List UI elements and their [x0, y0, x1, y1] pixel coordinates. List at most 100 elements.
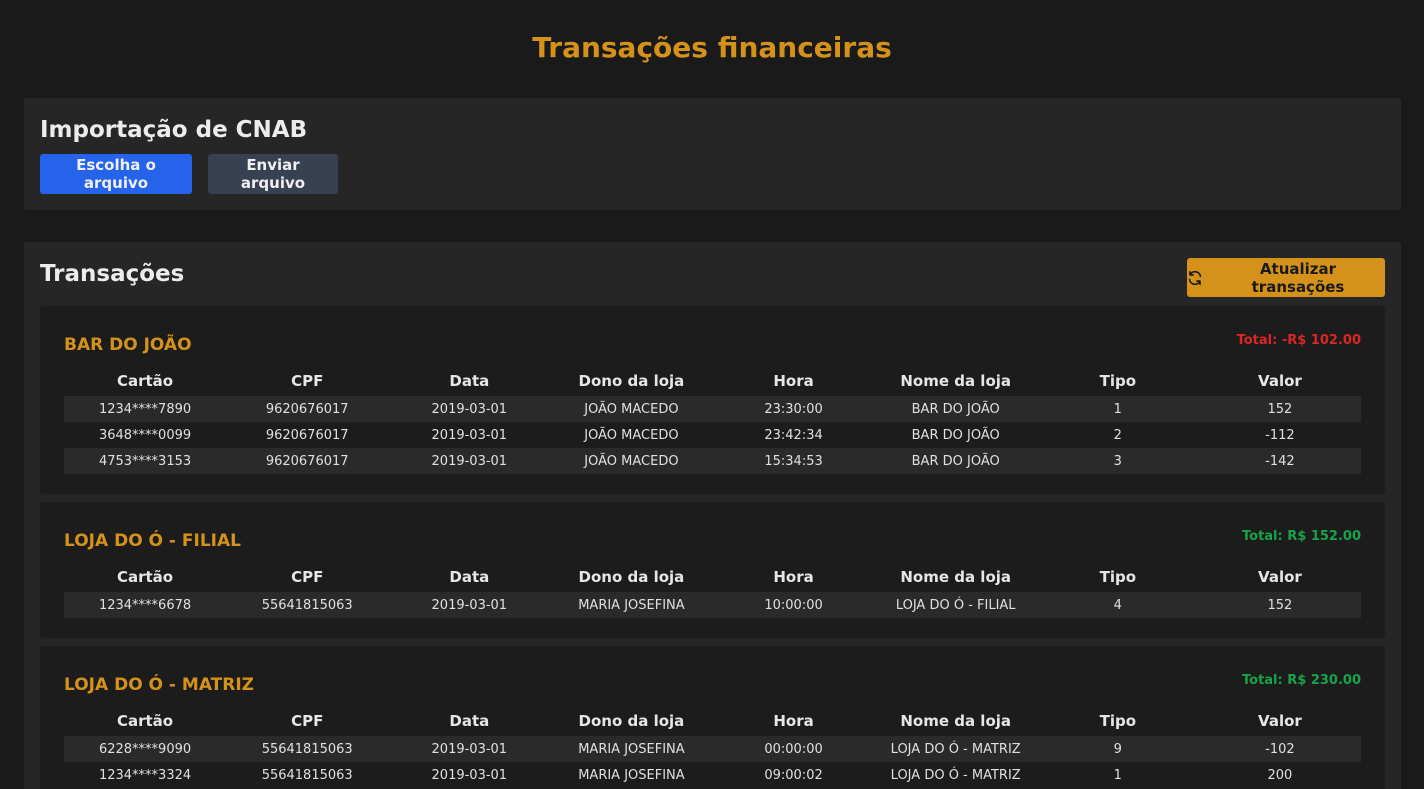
store-card: BAR DO JOÃO Total: -R$ 102.00 Cartão CPF…	[40, 306, 1385, 494]
refresh-transactions-button[interactable]: Atualizar transações	[1187, 258, 1385, 297]
cell-cpf: 9620676017	[226, 448, 389, 474]
column-header-type: Tipo	[1099, 372, 1137, 390]
cell-type: 9	[1036, 736, 1199, 762]
column-header-cpf: CPF	[291, 568, 324, 586]
cell-value: 152	[1198, 396, 1361, 422]
cell-owner: JOÃO MACEDO	[550, 396, 713, 422]
cell-owner: MARIA JOSEFINA	[550, 762, 713, 788]
column-header-owner: Dono da loja	[578, 568, 685, 586]
cell-time: 09:00:02	[712, 762, 875, 788]
cell-date: 2019-03-01	[388, 592, 551, 618]
table-header-row: Cartão CPF Data Dono da loja Hora Nome d…	[64, 706, 1361, 736]
column-header-type: Tipo	[1099, 712, 1137, 730]
cell-cpf: 9620676017	[226, 396, 389, 422]
cell-cpf: 55641815063	[226, 592, 389, 618]
column-header-store-name: Nome da loja	[900, 568, 1012, 586]
cell-date: 2019-03-01	[388, 422, 551, 448]
cell-store-name: LOJA DO Ó - FILIAL	[874, 592, 1037, 618]
cell-cpf: 55641815063	[226, 762, 389, 788]
store-total: Total: -R$ 102.00	[1236, 333, 1361, 348]
cell-type: 4	[1036, 592, 1199, 618]
cell-value: 152	[1198, 592, 1361, 618]
refresh-button-label: Atualizar transações	[1251, 259, 1345, 296]
transactions-table: Cartão CPF Data Dono da loja Hora Nome d…	[64, 366, 1361, 474]
cell-card: 4753****3153	[64, 448, 227, 474]
table-row: 1234****3324 55641815063 2019-03-01 MARI…	[64, 762, 1361, 788]
cell-time: 00:00:00	[712, 736, 875, 762]
table-row: 1234****7890 9620676017 2019-03-01 JOÃO …	[64, 396, 1361, 422]
table-row: 1234****6678 55641815063 2019-03-01 MARI…	[64, 592, 1361, 618]
column-header-cpf: CPF	[291, 372, 324, 390]
page-title: Transações financeiras	[532, 31, 892, 64]
store-card: LOJA DO Ó - MATRIZ Total: R$ 230.00 Cart…	[40, 646, 1385, 789]
column-header-card: Cartão	[116, 712, 174, 730]
column-header-cpf: CPF	[291, 712, 324, 730]
store-total: Total: R$ 152.00	[1242, 529, 1361, 544]
cell-value: 200	[1198, 762, 1361, 788]
transactions-title: Transações	[40, 261, 185, 287]
cell-owner: JOÃO MACEDO	[550, 422, 713, 448]
cell-date: 2019-03-01	[388, 448, 551, 474]
column-header-owner: Dono da loja	[578, 372, 685, 390]
refresh-icon	[1187, 270, 1203, 286]
column-header-store-name: Nome da loja	[900, 712, 1012, 730]
column-header-value: Valor	[1258, 568, 1302, 586]
column-header-date: Data	[449, 712, 490, 730]
store-name: BAR DO JOÃO	[64, 335, 192, 355]
cell-time: 23:42:34	[712, 422, 875, 448]
cell-cpf: 9620676017	[226, 422, 389, 448]
transactions-table: Cartão CPF Data Dono da loja Hora Nome d…	[64, 706, 1361, 788]
column-header-date: Data	[449, 568, 490, 586]
table-row: 6228****9090 55641815063 2019-03-01 MARI…	[64, 736, 1361, 762]
column-header-time: Hora	[773, 568, 814, 586]
import-panel-title: Importação de CNAB	[40, 117, 308, 143]
page: Transações financeiras Importação de CNA…	[0, 0, 1424, 789]
cell-date: 2019-03-01	[388, 736, 551, 762]
cell-cpf: 55641815063	[226, 736, 389, 762]
cell-card: 1234****7890	[64, 396, 227, 422]
column-header-type: Tipo	[1099, 568, 1137, 586]
cell-value: -112	[1198, 422, 1361, 448]
transactions-panel: Transações Atualizar transações BAR DO J…	[24, 242, 1401, 789]
column-header-card: Cartão	[116, 568, 174, 586]
cell-card: 6228****9090	[64, 736, 227, 762]
cell-store-name: LOJA DO Ó - MATRIZ	[874, 762, 1037, 788]
column-header-time: Hora	[773, 372, 814, 390]
cell-time: 15:34:53	[712, 448, 875, 474]
column-header-value: Valor	[1258, 372, 1302, 390]
column-header-value: Valor	[1258, 712, 1302, 730]
cell-store-name: BAR DO JOÃO	[874, 448, 1037, 474]
store-name: LOJA DO Ó - MATRIZ	[64, 675, 254, 695]
cell-card: 1234****6678	[64, 592, 227, 618]
cell-store-name: LOJA DO Ó - MATRIZ	[874, 736, 1037, 762]
cell-value: -142	[1198, 448, 1361, 474]
send-file-button[interactable]: Enviar arquivo	[208, 154, 338, 194]
store-name: LOJA DO Ó - FILIAL	[64, 531, 241, 551]
cell-time: 10:00:00	[712, 592, 875, 618]
column-header-time: Hora	[773, 712, 814, 730]
cnab-import-panel: Importação de CNAB Escolha o arquivo Env…	[24, 98, 1401, 210]
cell-store-name: BAR DO JOÃO	[874, 422, 1037, 448]
cell-date: 2019-03-01	[388, 762, 551, 788]
column-header-owner: Dono da loja	[578, 712, 685, 730]
table-header-row: Cartão CPF Data Dono da loja Hora Nome d…	[64, 366, 1361, 396]
table-row: 3648****0099 9620676017 2019-03-01 JOÃO …	[64, 422, 1361, 448]
cell-card: 3648****0099	[64, 422, 227, 448]
column-header-card: Cartão	[116, 372, 174, 390]
cell-owner: JOÃO MACEDO	[550, 448, 713, 474]
transactions-table: Cartão CPF Data Dono da loja Hora Nome d…	[64, 562, 1361, 618]
store-total: Total: R$ 230.00	[1242, 673, 1361, 688]
cell-type: 3	[1036, 448, 1199, 474]
store-card: LOJA DO Ó - FILIAL Total: R$ 152.00 Cart…	[40, 502, 1385, 638]
column-header-store-name: Nome da loja	[900, 372, 1012, 390]
cell-type: 1	[1036, 762, 1199, 788]
cell-owner: MARIA JOSEFINA	[550, 592, 713, 618]
table-header-row: Cartão CPF Data Dono da loja Hora Nome d…	[64, 562, 1361, 592]
choose-file-button[interactable]: Escolha o arquivo	[40, 154, 192, 194]
cell-value: -102	[1198, 736, 1361, 762]
column-header-date: Data	[449, 372, 490, 390]
cell-time: 23:30:00	[712, 396, 875, 422]
table-row: 4753****3153 9620676017 2019-03-01 JOÃO …	[64, 448, 1361, 474]
cell-owner: MARIA JOSEFINA	[550, 736, 713, 762]
cell-date: 2019-03-01	[388, 396, 551, 422]
